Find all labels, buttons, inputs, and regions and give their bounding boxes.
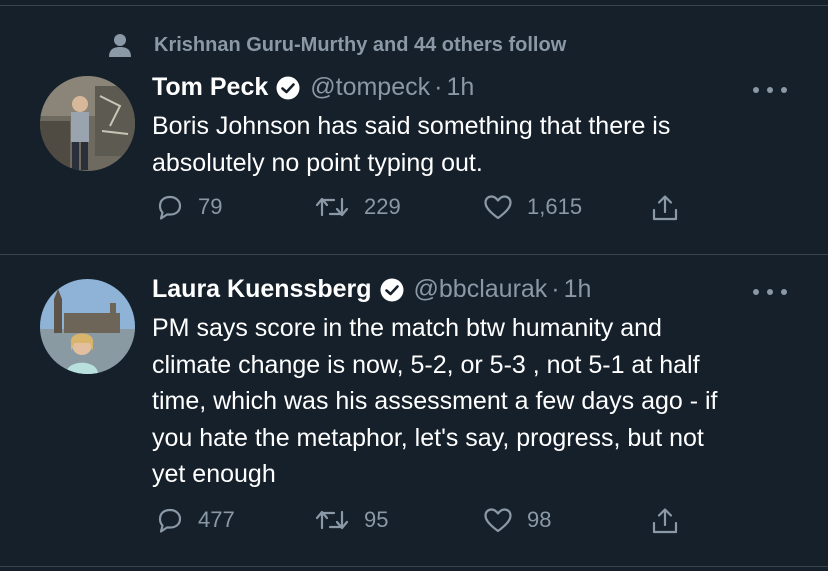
reply-button[interactable]: 79 <box>156 193 222 221</box>
person-icon <box>108 33 132 57</box>
retweet-icon <box>315 510 349 530</box>
retweet-button[interactable]: 95 <box>314 506 388 534</box>
verified-badge-icon <box>276 76 300 100</box>
verified-badge-icon <box>380 278 404 302</box>
like-count: 1,615 <box>527 194 583 219</box>
separator-dot: · <box>551 275 560 303</box>
top-divider <box>0 5 828 6</box>
social-context-text: Krishnan Guru-Murthy and 44 others follo… <box>154 33 567 56</box>
timestamp[interactable]: 1h <box>564 275 592 304</box>
author-name[interactable]: Tom Peck <box>152 73 268 102</box>
tweet-header: Laura Kuenssberg @bbclaurak · 1h <box>152 275 591 304</box>
retweet-button[interactable]: 229 <box>314 193 401 221</box>
author-name[interactable]: Laura Kuenssberg <box>152 275 372 304</box>
author-handle[interactable]: @tompeck <box>310 73 430 102</box>
heart-icon <box>484 508 512 533</box>
share-icon <box>652 508 678 534</box>
reply-count: 79 <box>198 194 223 219</box>
tweet-header: Tom Peck @tompeck · 1h <box>152 73 474 102</box>
retweet-count: 229 <box>364 194 401 219</box>
like-count: 98 <box>527 507 552 532</box>
reply-icon <box>158 508 182 533</box>
retweet-icon <box>315 197 349 217</box>
social-context[interactable]: Krishnan Guru-Murthy and 44 others follo… <box>108 33 566 57</box>
reply-button[interactable]: 477 <box>156 506 235 534</box>
more-options-icon[interactable] <box>753 282 787 302</box>
like-button[interactable]: 98 <box>483 506 551 534</box>
reply-icon <box>158 195 182 220</box>
author-handle[interactable]: @bbclaurak <box>414 275 548 304</box>
avatar[interactable] <box>40 76 135 171</box>
avatar[interactable] <box>40 279 135 374</box>
timestamp[interactable]: 1h <box>446 73 474 102</box>
separator-dot: · <box>434 73 443 101</box>
tweet-divider <box>0 254 828 255</box>
bottom-divider <box>0 566 828 567</box>
retweet-count: 95 <box>364 507 389 532</box>
share-icon <box>652 195 678 221</box>
more-options-icon[interactable] <box>753 80 787 100</box>
tweet-text: PM says score in the match btw humanity … <box>152 314 718 488</box>
heart-icon <box>484 195 512 220</box>
reply-count: 477 <box>198 507 235 532</box>
tweet-text: Boris Johnson has said something that th… <box>152 112 671 177</box>
share-button[interactable] <box>650 506 694 536</box>
like-button[interactable]: 1,615 <box>483 193 582 221</box>
share-button[interactable] <box>650 193 694 223</box>
